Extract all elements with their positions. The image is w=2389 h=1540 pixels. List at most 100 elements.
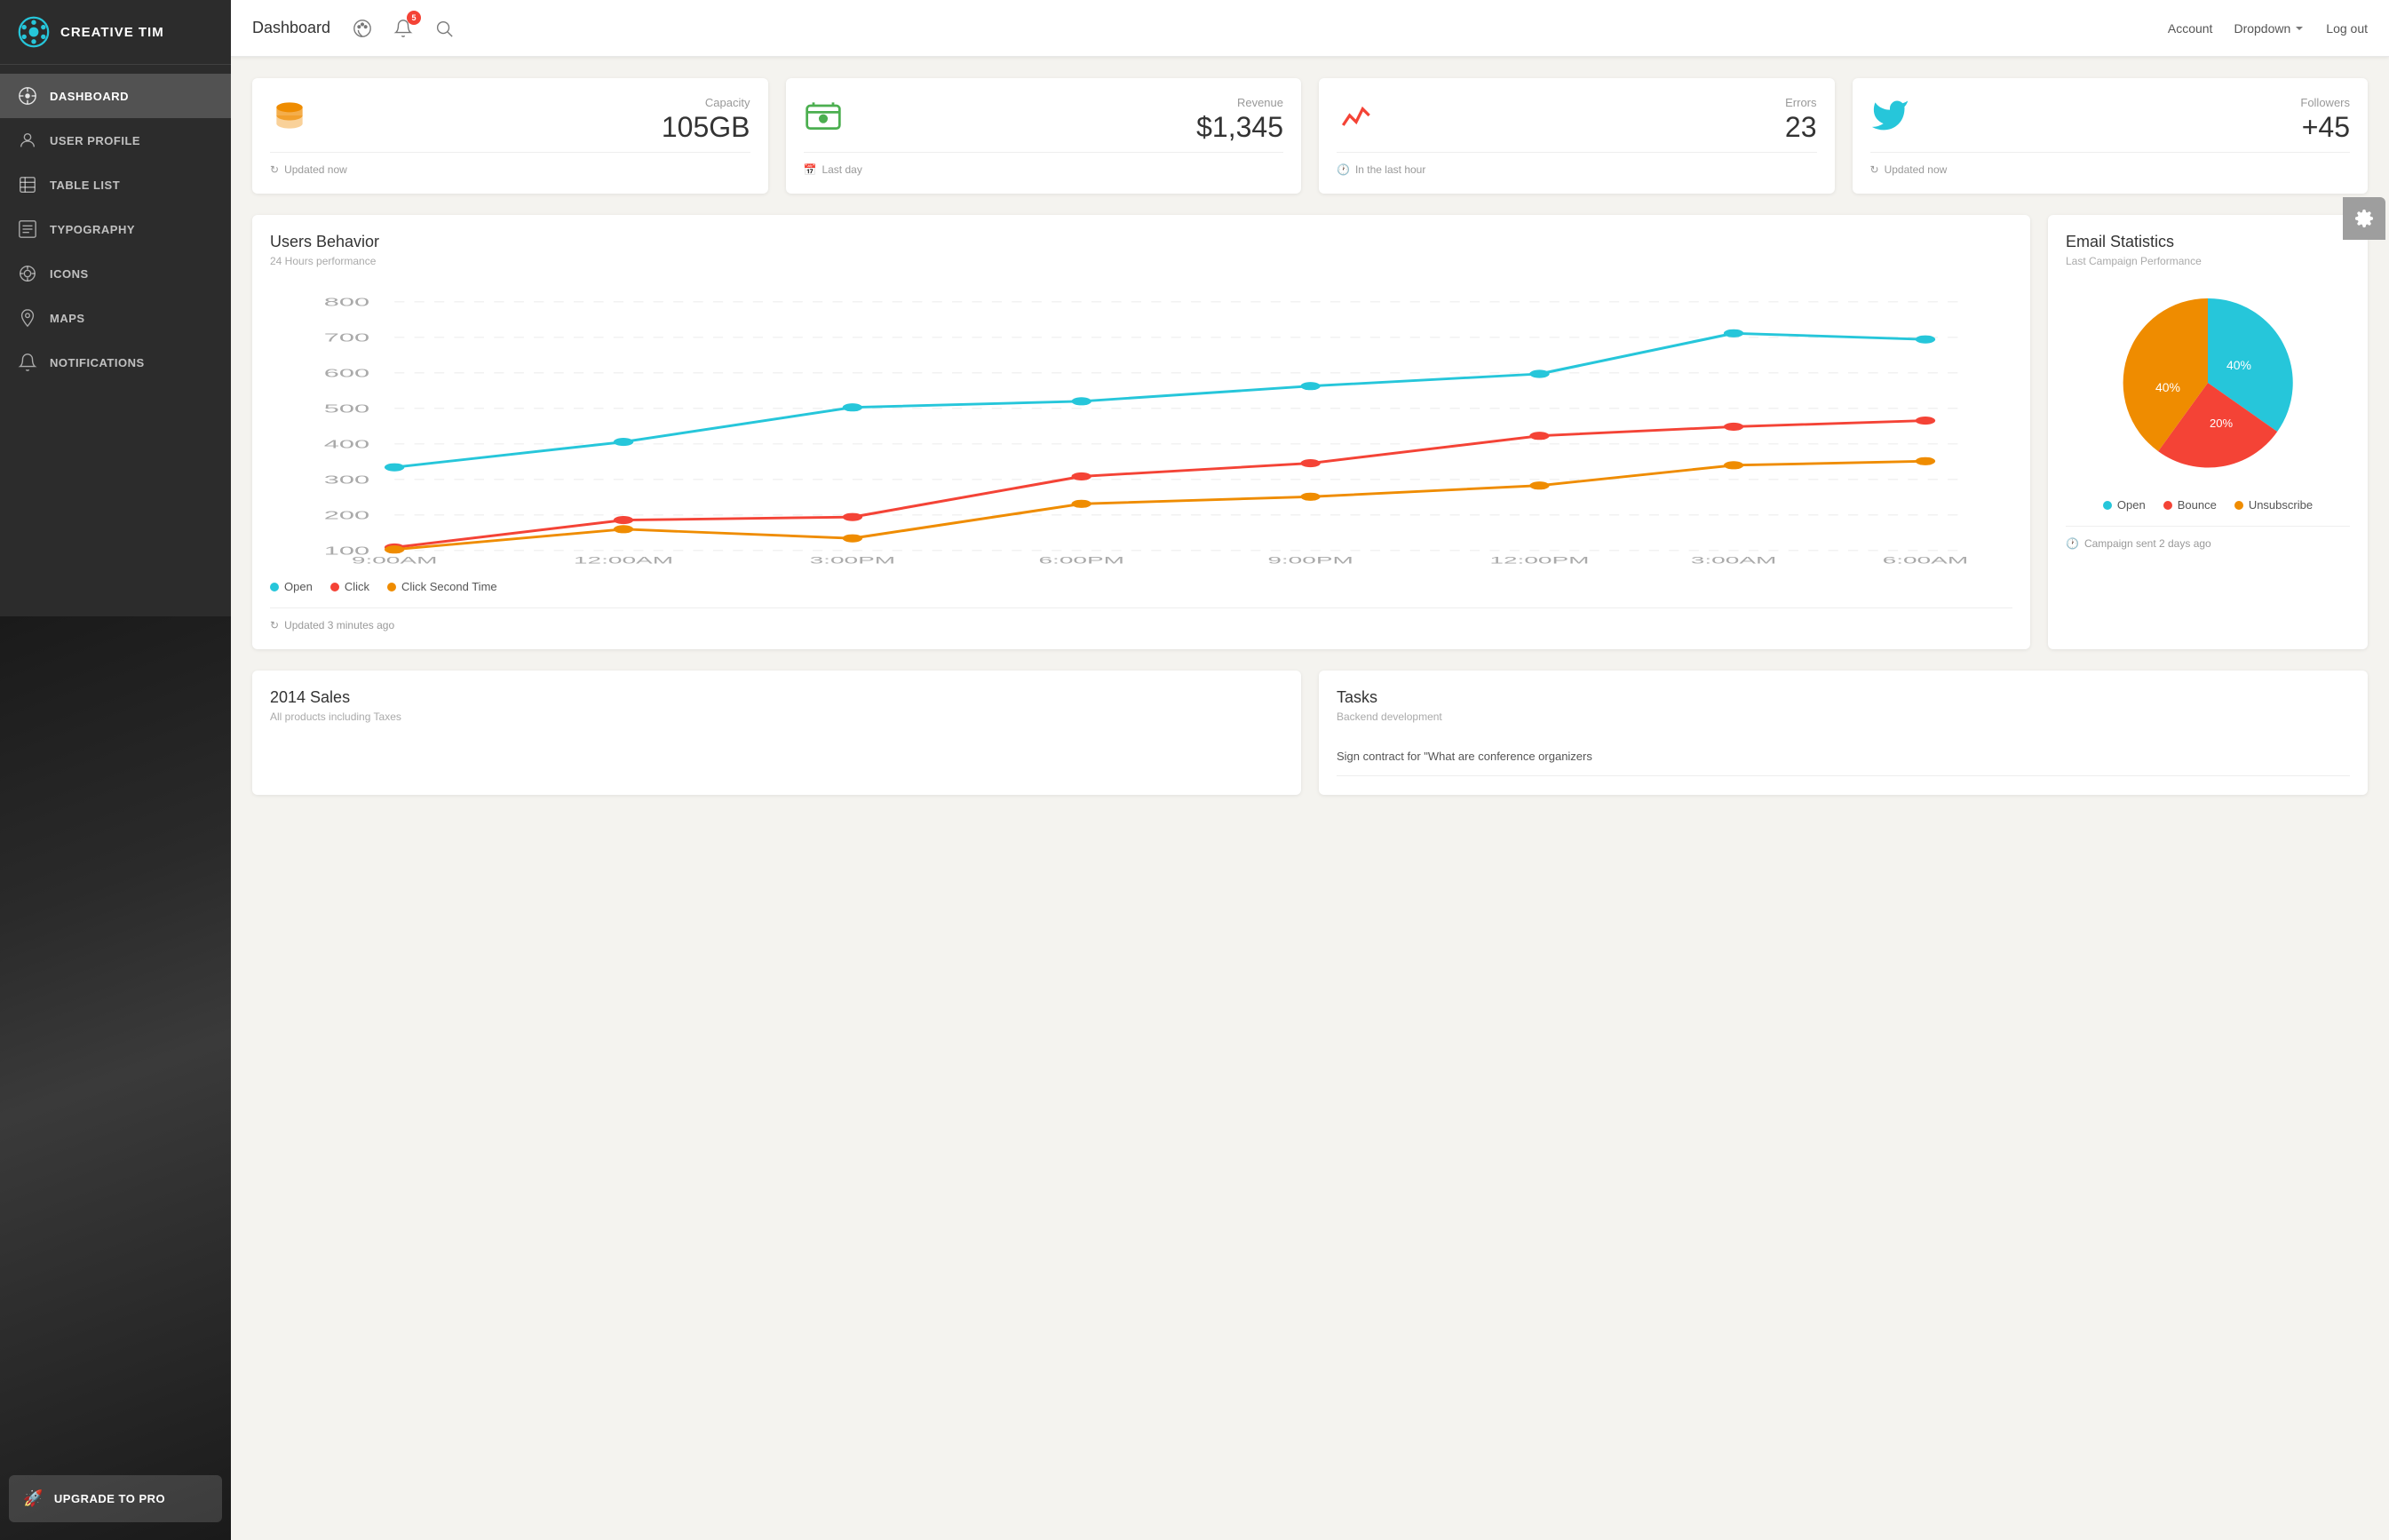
- table-icon: [18, 175, 37, 194]
- task-item: Sign contract for "What are conference o…: [1337, 737, 2350, 776]
- account-link[interactable]: Account: [2168, 21, 2213, 36]
- chart-legend: Open Click Click Second Time: [270, 580, 2012, 593]
- twitter-icon: [1870, 96, 1909, 139]
- gear-button[interactable]: [2343, 197, 2385, 240]
- legend-pie-open: Open: [2103, 498, 2146, 512]
- sidebar-logo[interactable]: CREATIVE TIM: [0, 0, 231, 65]
- email-stats-title: Email Statistics: [2066, 233, 2350, 251]
- chevron-down-icon: [2294, 23, 2305, 34]
- sidebar-item-icons[interactable]: ICONS: [0, 251, 231, 296]
- upgrade-button[interactable]: 🚀 UPGRADE TO PRO: [9, 1475, 222, 1522]
- email-stats-subtitle: Last Campaign Performance: [2066, 255, 2350, 267]
- legend-dot-click2: [387, 583, 396, 591]
- svg-text:9:00AM: 9:00AM: [352, 555, 438, 566]
- notification-badge: 5: [407, 11, 421, 25]
- palette-icon: [353, 19, 372, 38]
- dropdown-label: Dropdown: [2234, 21, 2290, 36]
- followers-footer: Updated now: [1885, 163, 1948, 176]
- user-icon: [18, 131, 37, 150]
- sidebar-item-user-profile-label: USER PROFILE: [50, 134, 140, 147]
- notifications-icon: [18, 353, 37, 372]
- legend-click2-label: Click Second Time: [401, 580, 497, 593]
- sidebar-item-typography[interactable]: TYPOGRAPHY: [0, 207, 231, 251]
- notifications-button[interactable]: 5: [389, 14, 417, 43]
- users-behavior-footer: ↻ Updated 3 minutes ago: [270, 607, 2012, 631]
- svg-text:9:00PM: 9:00PM: [1267, 555, 1353, 566]
- svg-text:40%: 40%: [2226, 358, 2251, 372]
- upgrade-label: UPGRADE TO PRO: [54, 1492, 165, 1505]
- logout-link[interactable]: Log out: [2326, 21, 2368, 36]
- pie-legend: Open Bounce Unsubscribe: [2066, 498, 2350, 512]
- legend-pie-bounce-label: Bounce: [2178, 498, 2217, 512]
- svg-text:200: 200: [324, 509, 369, 521]
- sidebar-item-icons-label: ICONS: [50, 267, 89, 281]
- users-behavior-title: Users Behavior: [270, 233, 2012, 251]
- icons-nav-icon: [18, 264, 37, 283]
- svg-text:6:00AM: 6:00AM: [1883, 555, 1969, 566]
- svg-text:12:00PM: 12:00PM: [1489, 555, 1589, 566]
- typography-icon: [18, 219, 37, 239]
- legend-click-label: Click: [345, 580, 369, 593]
- legend-pie-bounce: Bounce: [2163, 498, 2217, 512]
- stat-card-errors: Errors 23 🕐 In the last hour: [1319, 78, 1835, 194]
- tasks-subtitle: Backend development: [1337, 710, 2350, 723]
- svg-text:20%: 20%: [2210, 417, 2233, 430]
- svg-text:800: 800: [324, 296, 369, 308]
- sidebar-item-maps[interactable]: MAPS: [0, 296, 231, 340]
- sales-panel: 2014 Sales All products including Taxes: [252, 671, 1301, 795]
- refresh-icon-followers: ↻: [1870, 163, 1879, 176]
- page-title: Dashboard: [252, 19, 330, 37]
- legend-pie-unsub-label: Unsubscribe: [2249, 498, 2313, 512]
- legend-dot-pie-bounce: [2163, 501, 2172, 510]
- search-button[interactable]: [430, 14, 458, 43]
- svg-text:600: 600: [324, 367, 369, 379]
- revenue-label: Revenue: [1196, 96, 1283, 109]
- sales-title: 2014 Sales: [270, 688, 1283, 707]
- users-behavior-subtitle: 24 Hours performance: [270, 255, 2012, 267]
- sidebar-item-notifications[interactable]: NOTIFICATIONS: [0, 340, 231, 385]
- palette-button[interactable]: [348, 14, 377, 43]
- search-icon: [434, 19, 454, 38]
- capacity-value: 105GB: [662, 113, 750, 141]
- gear-icon: [2354, 209, 2374, 228]
- capacity-footer: Updated now: [284, 163, 347, 176]
- sidebar-item-user-profile[interactable]: USER PROFILE: [0, 118, 231, 163]
- header: Dashboard 5: [231, 0, 2389, 57]
- legend-dot-pie-open: [2103, 501, 2112, 510]
- svg-text:500: 500: [324, 402, 369, 415]
- stat-card-revenue: Revenue $1,345 📅 Last day: [786, 78, 1302, 194]
- dashboard-icon: [18, 86, 37, 106]
- sidebar-item-table-list[interactable]: TABLE LIST: [0, 163, 231, 207]
- sidebar-item-typography-label: TYPOGRAPHY: [50, 223, 135, 236]
- content-area: Capacity 105GB ↻ Updated now: [231, 57, 2389, 1540]
- svg-text:40%: 40%: [2155, 380, 2180, 394]
- capacity-icon: [270, 96, 309, 139]
- users-behavior-footer-text: Updated 3 minutes ago: [284, 619, 394, 631]
- tasks-title: Tasks: [1337, 688, 2350, 707]
- svg-text:300: 300: [324, 473, 369, 486]
- panels-row: Users Behavior 24 Hours performance: [252, 215, 2368, 649]
- sidebar-nav: DASHBOARD USER PROFILE TABLE LIST: [0, 65, 231, 1466]
- refresh-icon-chart: ↻: [270, 619, 279, 631]
- svg-text:3:00AM: 3:00AM: [1691, 555, 1777, 566]
- pie-chart: 40% 20% 40%: [2066, 285, 2350, 480]
- line-chart-svg: 800 700 600 500 400 300 200 100 9:00AM 1…: [270, 282, 2012, 566]
- sidebar-item-table-list-label: TABLE LIST: [50, 179, 120, 192]
- legend-dot-open: [270, 583, 279, 591]
- logo-text: CREATIVE TIM: [60, 25, 164, 40]
- revenue-value: $1,345: [1196, 113, 1283, 141]
- header-right: Account Dropdown Log out: [2168, 21, 2368, 36]
- sidebar-item-notifications-label: NOTIFICATIONS: [50, 356, 145, 369]
- legend-click2: Click Second Time: [387, 580, 497, 593]
- capacity-label: Capacity: [662, 96, 750, 109]
- email-stats-footer-text: Campaign sent 2 days ago: [2084, 537, 2211, 550]
- users-behavior-panel: Users Behavior 24 Hours performance: [252, 215, 2030, 649]
- errors-value: 23: [1785, 113, 1817, 141]
- svg-text:700: 700: [324, 331, 369, 344]
- dropdown-menu[interactable]: Dropdown: [2234, 21, 2305, 36]
- svg-text:400: 400: [324, 438, 369, 450]
- errors-label: Errors: [1785, 96, 1817, 109]
- legend-open-label: Open: [284, 580, 313, 593]
- sidebar-item-dashboard[interactable]: DASHBOARD: [0, 74, 231, 118]
- stat-card-capacity: Capacity 105GB ↻ Updated now: [252, 78, 768, 194]
